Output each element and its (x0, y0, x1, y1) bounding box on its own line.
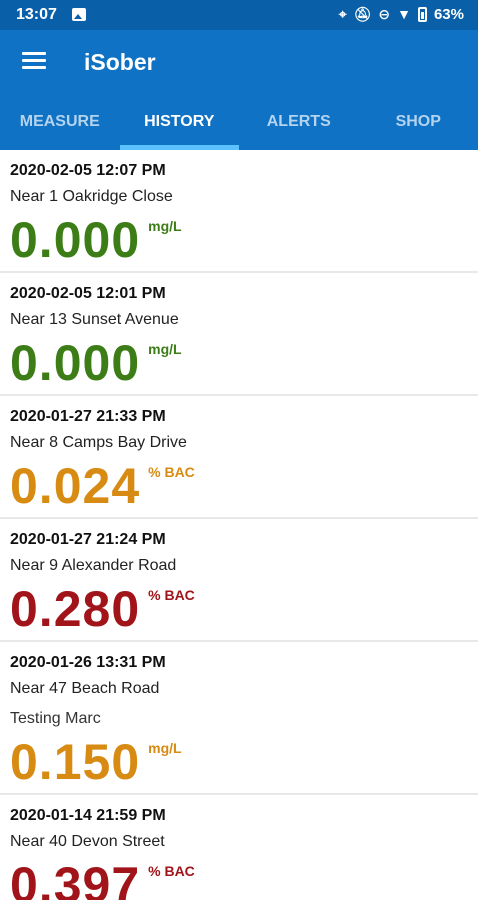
reading-unit: % BAC (148, 587, 195, 603)
reading: 0.280 % BAC (10, 578, 468, 640)
reading-date: 2020-01-26 13:31 PM (10, 654, 166, 671)
location-icon: ⌖ (338, 6, 347, 22)
tab-shop[interactable]: SHOP (359, 102, 478, 150)
history-item[interactable]: 2020-01-27 21:24 PM Near 9 Alexander Roa… (0, 519, 478, 642)
reading: 0.150 mg/L (10, 731, 468, 793)
reading-value: 0.024 (10, 458, 141, 514)
reading-date: 2020-01-14 21:59 PM (10, 807, 166, 824)
photo-notification-icon (72, 8, 86, 21)
status-icons: ⌖ 🔕︎ ⊖ ▼ 63% (339, 5, 464, 23)
reading-value: 0.000 (10, 212, 141, 268)
menu-icon[interactable] (22, 52, 46, 70)
reading: 0.397 % BAC (10, 854, 468, 900)
history-list[interactable]: 2020-02-05 12:07 PM Near 1 Oakridge Clos… (0, 150, 478, 900)
history-item[interactable]: 2020-01-26 13:31 PM Near 47 Beach Road T… (0, 642, 478, 795)
reading: 0.000 mg/L (10, 209, 468, 271)
reading-unit: mg/L (148, 218, 182, 234)
history-item[interactable]: 2020-01-14 21:59 PM Near 40 Devon Street… (0, 795, 478, 900)
reading-location: Near 47 Beach Road (10, 680, 160, 697)
reading-value: 0.397 (10, 857, 141, 900)
reading: 0.000 mg/L (10, 332, 468, 394)
reading-location: Near 8 Camps Bay Drive (10, 434, 187, 451)
history-item[interactable]: 2020-02-05 12:01 PM Near 13 Sunset Avenu… (0, 273, 478, 396)
reading-unit: % BAC (148, 464, 195, 480)
reading-value: 0.000 (10, 335, 141, 391)
reading-location: Near 40 Devon Street (10, 833, 165, 850)
app-bar: iSober MEASURE HISTORY ALERTS SHOP (0, 30, 478, 150)
reading-note: Testing Marc (10, 710, 101, 727)
tab-bar: MEASURE HISTORY ALERTS SHOP (0, 102, 478, 150)
reading-unit: mg/L (148, 740, 182, 756)
reading-value: 0.280 (10, 581, 141, 637)
notifications-off-icon: 🔕︎ (353, 6, 372, 22)
tab-measure[interactable]: MEASURE (0, 102, 120, 150)
battery-percent: 63% (433, 5, 464, 23)
tab-history[interactable]: HISTORY (119, 102, 240, 150)
reading-date: 2020-01-27 21:33 PM (10, 408, 166, 425)
reading-date: 2020-01-27 21:24 PM (10, 531, 166, 548)
reading-location: Near 1 Oakridge Close (10, 188, 173, 205)
history-item[interactable]: 2020-01-27 21:33 PM Near 8 Camps Bay Dri… (0, 396, 478, 519)
status-time: 13:07 (16, 6, 57, 23)
reading-date: 2020-02-05 12:01 PM (10, 285, 166, 302)
history-item[interactable]: 2020-02-05 12:07 PM Near 1 Oakridge Clos… (0, 150, 478, 273)
do-not-disturb-icon: ⊖ (378, 6, 391, 22)
reading-value: 0.150 (10, 734, 141, 790)
reading-unit: mg/L (148, 341, 182, 357)
reading-location: Near 9 Alexander Road (10, 557, 177, 574)
status-bar: 13:07 ⌖ 🔕︎ ⊖ ▼ 63% (0, 0, 478, 30)
tab-alerts[interactable]: ALERTS (239, 102, 359, 150)
reading-unit: % BAC (148, 863, 195, 879)
app-title: iSober (84, 49, 156, 75)
reading: 0.024 % BAC (10, 455, 468, 517)
reading-date: 2020-02-05 12:07 PM (10, 162, 166, 179)
wifi-icon: ▼ (397, 6, 411, 22)
battery-icon (417, 6, 427, 22)
reading-location: Near 13 Sunset Avenue (10, 311, 179, 328)
